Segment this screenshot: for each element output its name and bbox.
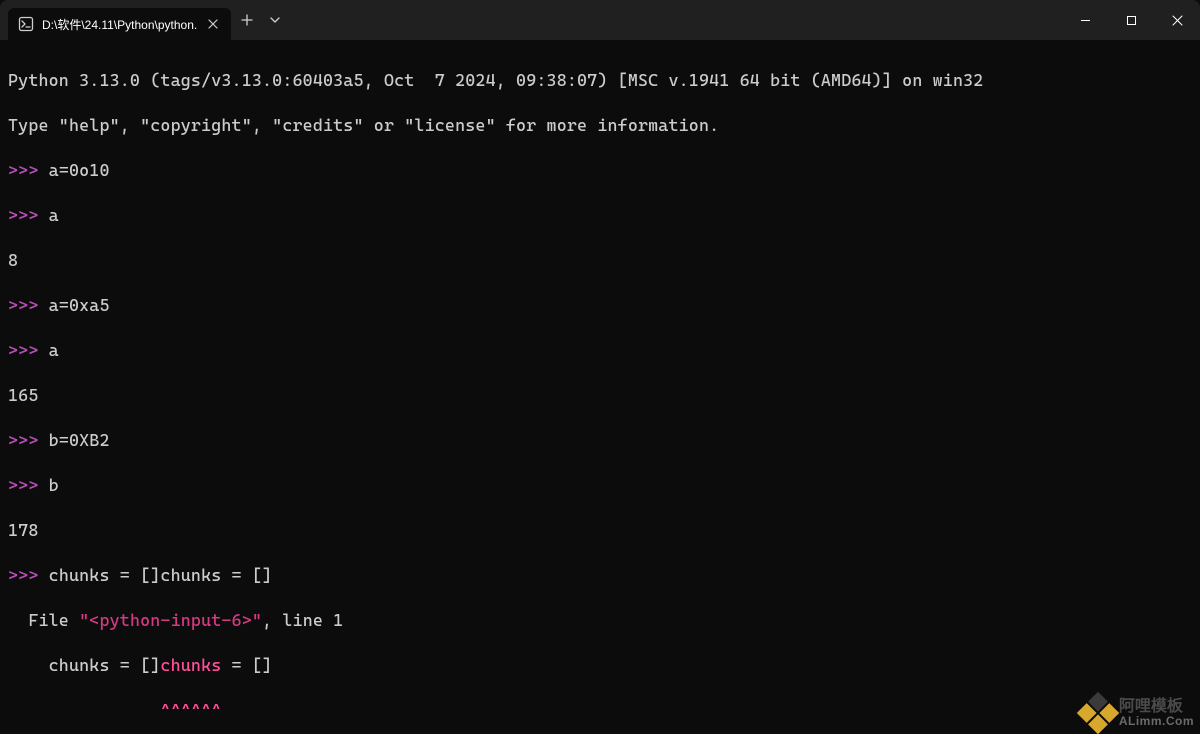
traceback-carets: ^^^^^^ <box>8 700 221 720</box>
repl-prompt: >>> <box>8 205 49 225</box>
python-banner: Python 3.13.0 (tags/v3.13.0:60403a5, Oct… <box>8 70 983 90</box>
tab-app-icon <box>18 16 34 32</box>
titlebar: D:\软件\24.11\Python\python. <box>0 0 1200 40</box>
repl-input: a <box>49 205 59 225</box>
repl-prompt: >>> <box>8 340 49 360</box>
terminal-window: D:\软件\24.11\Python\python. Python 3.13.0… <box>0 0 1200 734</box>
close-button[interactable] <box>1154 0 1200 40</box>
tab-title: D:\软件\24.11\Python\python. <box>42 16 197 33</box>
repl-input: a <box>49 340 59 360</box>
repl-output: 165 <box>8 385 38 405</box>
repl-prompt: >>> <box>8 475 49 495</box>
repl-input: chunks = []chunks = [] <box>49 565 273 585</box>
new-tab-button[interactable] <box>231 4 263 36</box>
traceback-file-pre: File <box>8 610 79 630</box>
repl-output: 8 <box>8 250 18 270</box>
repl-input: b=0XB2 <box>49 430 110 450</box>
repl-prompt: >>> <box>8 565 49 585</box>
repl-prompt: >>> <box>8 295 49 315</box>
repl-input: b <box>49 475 59 495</box>
python-help-line: Type "help", "copyright", "credits" or "… <box>8 115 719 135</box>
repl-input: a=0xa5 <box>49 295 110 315</box>
window-controls <box>1062 0 1200 40</box>
terminal-body[interactable]: Python 3.13.0 (tags/v3.13.0:60403a5, Oct… <box>0 40 1200 734</box>
repl-output: 178 <box>8 520 38 540</box>
traceback-source-post: = [] <box>221 655 272 675</box>
traceback-source-highlight: chunks <box>160 655 221 675</box>
tab-dropdown-button[interactable] <box>263 4 287 36</box>
repl-prompt: >>> <box>8 430 49 450</box>
tab-close-button[interactable] <box>205 16 221 32</box>
traceback-filename: "<python-input-6>" <box>79 610 262 630</box>
traceback-file-post: , line 1 <box>262 610 343 630</box>
repl-prompt: >>> <box>8 160 49 180</box>
active-tab[interactable]: D:\软件\24.11\Python\python. <box>8 8 231 40</box>
repl-input: a=0o10 <box>49 160 110 180</box>
minimize-button[interactable] <box>1062 0 1108 40</box>
maximize-button[interactable] <box>1108 0 1154 40</box>
traceback-source-pre: chunks = [] <box>8 655 160 675</box>
